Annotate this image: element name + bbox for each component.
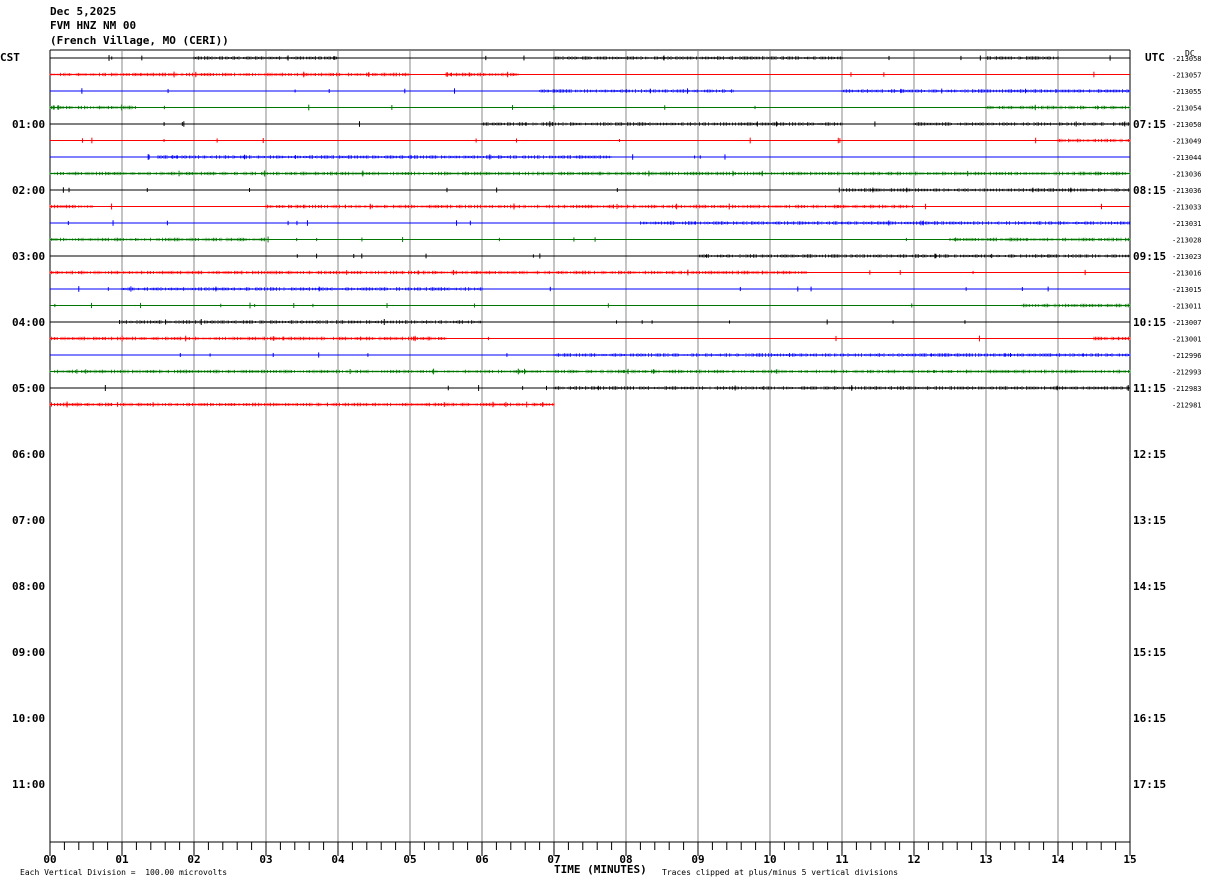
x-tick-label: 03 xyxy=(259,853,272,866)
helicorder-plot: 00 01 02 03 04 05 06 07 08 09 10 11 12 13 14 1501:0002:… xyxy=(12,49,1202,866)
dc-offset-label: -213001 xyxy=(1172,336,1202,344)
dc-offset-label: -213031 xyxy=(1172,220,1202,228)
dc-offset-label: -213058 xyxy=(1172,55,1202,63)
trace-noise xyxy=(265,204,915,209)
x-tick-label: 13 xyxy=(979,853,992,866)
cst-hour-label: 05:00 xyxy=(12,382,45,395)
utc-hour-label: 15:15 xyxy=(1133,646,1166,659)
x-tick-label: 05 xyxy=(403,853,416,866)
x-tick-label: 10 xyxy=(763,853,776,866)
dc-offset-label: -212996 xyxy=(1172,352,1202,360)
dc-offset-label: -212993 xyxy=(1172,369,1202,377)
x-tick-label: 02 xyxy=(187,853,200,866)
cst-hour-label: 09:00 xyxy=(12,646,45,659)
dc-offset-label: -213011 xyxy=(1172,303,1202,311)
cst-hour-label: 02:00 xyxy=(12,184,45,197)
cst-hour-label: 11:00 xyxy=(12,778,45,791)
dc-offset-label: -213023 xyxy=(1172,253,1202,261)
dc-offset-label: -213054 xyxy=(1172,105,1202,113)
x-tick-label: 14 xyxy=(1051,853,1065,866)
scale-note: Each Vertical Division = 100.00 microvol… xyxy=(20,868,228,877)
x-tick-label: 01 xyxy=(115,853,129,866)
trace-noise xyxy=(49,204,93,209)
dc-offset-label: -213028 xyxy=(1172,237,1202,245)
utc-hour-label: 07:15 xyxy=(1133,118,1166,131)
utc-hour-label: 14:15 xyxy=(1133,580,1166,593)
x-tick-label: 12 xyxy=(907,853,920,866)
cst-hour-label: 03:00 xyxy=(12,250,45,263)
x-tick-label: 04 xyxy=(331,853,345,866)
cst-hour-label: 07:00 xyxy=(12,514,45,527)
x-tick-label: 00 xyxy=(43,853,56,866)
x-tick-label: 15 xyxy=(1123,853,1136,866)
dc-offset-label: -213050 xyxy=(1172,121,1202,129)
utc-hour-label: 10:15 xyxy=(1133,316,1166,329)
dc-offset-label: -212981 xyxy=(1172,402,1202,410)
utc-hour-label: 08:15 xyxy=(1133,184,1166,197)
x-tick-label: 11 xyxy=(835,853,849,866)
cst-hour-label: 10:00 xyxy=(12,712,45,725)
cst-hour-label: 04:00 xyxy=(12,316,45,329)
utc-hour-label: 11:15 xyxy=(1133,382,1166,395)
trace-noise xyxy=(49,369,1131,374)
dc-offset-label: -213036 xyxy=(1172,171,1202,179)
dc-offset-label: -213049 xyxy=(1172,138,1202,146)
trace-noise xyxy=(481,122,843,126)
dc-offset-label: -213044 xyxy=(1172,154,1202,162)
cst-hour-label: 06:00 xyxy=(12,448,45,461)
trace-noise xyxy=(121,287,483,291)
trace-noise xyxy=(1021,303,1131,308)
dc-offset-label: -213036 xyxy=(1172,187,1202,195)
utc-hour-label: 17:15 xyxy=(1133,778,1166,791)
dc-offset-label: -213033 xyxy=(1172,204,1202,212)
utc-hour-label: 09:15 xyxy=(1133,250,1166,263)
dc-offset-label: -213057 xyxy=(1172,72,1202,80)
cst-hour-label: 08:00 xyxy=(12,580,45,593)
trace-noise xyxy=(1057,138,1131,143)
trace-noise xyxy=(640,221,1130,225)
utc-hour-label: 16:15 xyxy=(1133,712,1166,725)
trace-noise xyxy=(49,72,411,77)
utc-hour-label: 12:15 xyxy=(1133,448,1166,461)
dc-offset-label: -213016 xyxy=(1172,270,1202,278)
dc-offset-label: -213007 xyxy=(1172,319,1202,327)
trace-noise xyxy=(949,237,1131,242)
x-tick-label: 09 xyxy=(691,853,704,866)
trace-noise xyxy=(121,320,483,324)
utc-hour-label: 13:15 xyxy=(1133,514,1166,527)
x-axis-title: TIME (MINUTES) xyxy=(554,863,647,876)
clip-note: Traces clipped at plus/minus 5 vertical … xyxy=(662,868,899,877)
cst-hour-label: 01:00 xyxy=(12,118,45,131)
dc-offset-label: -212983 xyxy=(1172,385,1202,393)
dc-offset-label: -213015 xyxy=(1172,286,1202,294)
trace-noise xyxy=(841,89,1131,93)
x-tick-label: 06 xyxy=(475,853,489,866)
trace-noise xyxy=(985,56,1059,60)
dc-offset-label: -213055 xyxy=(1172,88,1202,96)
